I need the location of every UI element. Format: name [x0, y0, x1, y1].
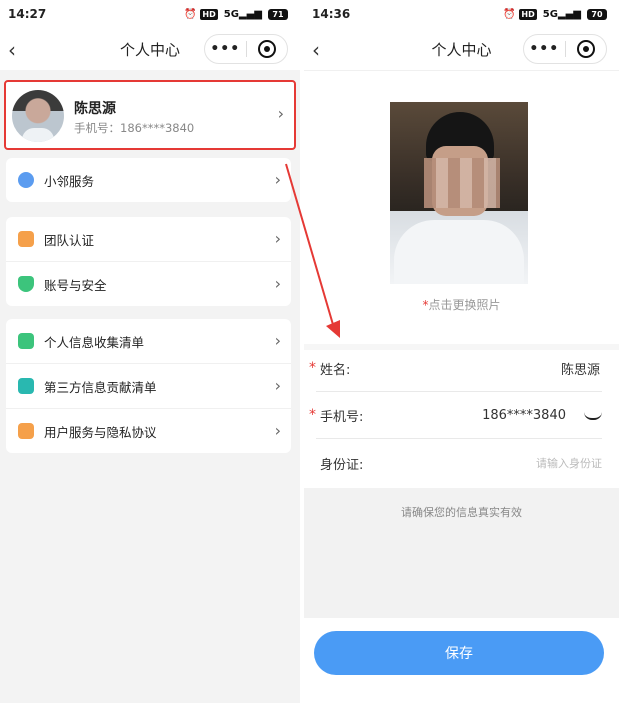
- signal-icon: 5G ▂▄▆: [542, 8, 581, 20]
- notice-text: 请确保您的信息真实有效: [401, 506, 522, 519]
- more-icon[interactable]: •••: [524, 41, 565, 57]
- menu-item-label: 团队认证: [44, 232, 95, 248]
- share-list-icon: [18, 378, 34, 394]
- status-bar: 14:27 ⏰ HD 5G ▂▄▆ 71: [0, 0, 300, 28]
- name-field[interactable]: 陈思源: [561, 359, 600, 378]
- chevron-right-icon: ›: [274, 274, 281, 293]
- menu-item-team-auth[interactable]: 团队认证 ›: [6, 217, 291, 261]
- chat-icon: [18, 172, 34, 188]
- status-icons: ⏰ HD 5G ▂▄▆ 71: [183, 8, 288, 20]
- phone-label: 手机号:: [320, 409, 364, 425]
- status-icons: ⏰ HD 5G ▂▄▆ 70: [502, 8, 607, 20]
- chevron-right-icon: ›: [274, 331, 281, 350]
- back-icon[interactable]: ‹: [8, 38, 28, 62]
- eye-closed-icon[interactable]: [584, 412, 602, 420]
- status-time: 14:36: [312, 7, 351, 21]
- shield-icon: [18, 276, 34, 292]
- page-title: 个人中心: [119, 40, 180, 59]
- briefcase-icon: [18, 423, 34, 439]
- menu-item-third-party-list[interactable]: 第三方信息贡献清单 ›: [6, 363, 291, 408]
- chevron-right-icon: ›: [274, 421, 281, 440]
- profile-photo[interactable]: [390, 102, 528, 284]
- menu-item-personal-info-list[interactable]: 个人信息收集清单 ›: [6, 319, 291, 363]
- menu-group-1: 小邻服务 ›: [6, 158, 291, 202]
- alarm-icon: ⏰: [502, 8, 516, 20]
- signal-icon: 5G ▂▄▆: [223, 8, 262, 20]
- status-bar: 14:36 ⏰ HD 5G ▂▄▆ 70: [304, 0, 619, 28]
- change-photo-hint[interactable]: *点击更换照片: [304, 296, 619, 313]
- menu-group-2: 团队认证 › 账号与安全 ›: [6, 217, 291, 306]
- menu-item-privacy-agreement[interactable]: 用户服务与隐私协议 ›: [6, 408, 291, 453]
- battery-icon: 71: [268, 8, 288, 20]
- avatar: [12, 90, 64, 142]
- miniapp-capsule: •••: [204, 34, 288, 64]
- document-icon: [18, 333, 34, 349]
- chevron-right-icon: ›: [277, 104, 284, 123]
- status-time: 14:27: [8, 7, 47, 21]
- chevron-right-icon: ›: [274, 376, 281, 395]
- target-icon: [576, 40, 595, 58]
- name-label: 姓名:: [320, 362, 351, 378]
- nav-bar: ‹ 个人中心 •••: [0, 28, 300, 70]
- id-input[interactable]: 请输入身份证: [536, 455, 602, 471]
- menu-item-label: 小邻服务: [44, 173, 95, 189]
- menu-item-label: 个人信息收集清单: [44, 334, 145, 350]
- profile-card[interactable]: 陈思源 手机号：186****3840 ›: [4, 80, 296, 150]
- id-card-icon: [18, 231, 34, 247]
- chevron-right-icon: ›: [274, 229, 281, 248]
- name-field-row: * 姓名: 陈思源: [304, 345, 602, 391]
- battery-icon: 70: [587, 8, 607, 20]
- menu-item-label: 用户服务与隐私协议: [44, 424, 157, 440]
- phone-field[interactable]: 186****3840: [482, 408, 566, 423]
- menu-item-neighbor-service[interactable]: 小邻服务 ›: [6, 158, 291, 202]
- save-button[interactable]: 保存: [314, 631, 604, 675]
- nav-bar: ‹ 个人中心 •••: [304, 28, 619, 71]
- target-icon: [257, 40, 276, 58]
- hd-icon: HD: [519, 8, 537, 20]
- close-miniapp-button[interactable]: [566, 40, 607, 58]
- right-screen: 14:36 ⏰ HD 5G ▂▄▆ 70 ‹ 个人中心 ••• *点击更换照片 *…: [304, 0, 619, 703]
- id-label: 身份证:: [320, 457, 364, 473]
- chevron-right-icon: ›: [274, 170, 281, 189]
- left-screen: 14:27 ⏰ HD 5G ▂▄▆ 71 ‹ 个人中心 ••• 陈思源 手机号：1…: [0, 0, 300, 703]
- id-field-row: 身份证: 请输入身份证: [304, 440, 602, 486]
- page-title: 个人中心: [431, 40, 492, 59]
- required-mark: *: [309, 407, 316, 423]
- profile-phone: 手机号：186****3840: [74, 121, 195, 135]
- more-icon[interactable]: •••: [205, 41, 246, 57]
- alarm-icon: ⏰: [183, 8, 197, 20]
- miniapp-capsule: •••: [523, 34, 607, 64]
- back-icon[interactable]: ‹: [312, 38, 332, 62]
- menu-item-label: 第三方信息贡献清单: [44, 379, 157, 395]
- required-mark: *: [309, 360, 316, 376]
- close-miniapp-button[interactable]: [247, 40, 288, 58]
- profile-name: 陈思源: [74, 101, 116, 117]
- menu-item-account-security[interactable]: 账号与安全 ›: [6, 261, 291, 306]
- menu-group-3: 个人信息收集清单 › 第三方信息贡献清单 › 用户服务与隐私协议 ›: [6, 319, 291, 453]
- hd-icon: HD: [200, 8, 218, 20]
- phone-field-row: * 手机号: 186****3840: [304, 392, 602, 438]
- menu-item-label: 账号与安全: [44, 277, 107, 293]
